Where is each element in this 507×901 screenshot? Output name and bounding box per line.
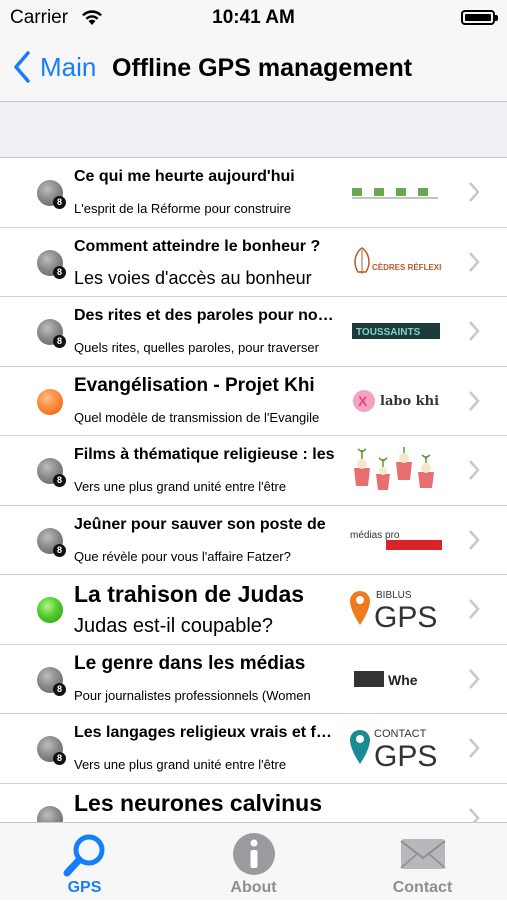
status-dot-icon (37, 388, 63, 415)
tab-contact[interactable]: Contact (338, 823, 507, 901)
chevron-right-icon (469, 182, 480, 202)
status-dot-icon: 8 (37, 249, 66, 279)
item-title: Ce qui me heurte aujourd'hui (74, 168, 295, 185)
svg-text:X: X (358, 393, 368, 409)
svg-text:TOUSSAINTS: TOUSSAINTS (356, 327, 421, 338)
chevron-right-icon (469, 599, 480, 619)
list-item[interactable]: 8 Jeûner pour sauver son poste de Que ré… (0, 506, 507, 575)
back-label: Main (40, 51, 97, 82)
tab-gps[interactable]: GPS (0, 823, 169, 901)
svg-text:CONTACT: CONTACT (374, 728, 427, 740)
svg-text:GPS: GPS (374, 740, 437, 772)
status-dot-icon: 8 (37, 736, 66, 765)
chevron-right-icon (469, 529, 480, 550)
list-item[interactable]: La trahison de Judas Judas est-il coupab… (0, 575, 507, 645)
status-dot-icon: 8 (37, 805, 66, 822)
organization-logo (352, 188, 438, 199)
item-title: Les langages religieux vrais et faux (74, 724, 336, 741)
item-subtitle: Que révèle pour vous l'affaire Fatzer? (74, 548, 291, 564)
item-title: Films à thématique religieuse : les (74, 446, 335, 463)
item-subtitle: Vers une plus grand unité entre l'être (74, 757, 287, 772)
status-dot-icon: 8 (37, 458, 66, 487)
list-item[interactable]: 8 Films à thématique religieuse : les Ve… (0, 436, 507, 506)
organization-logo: médias pro (350, 530, 442, 550)
tab-label: Contact (392, 879, 453, 896)
back-button[interactable]: Main (12, 50, 96, 84)
status-dot-icon (37, 597, 63, 623)
svg-text:labo khi: labo khi (380, 394, 439, 409)
status-bar: Carrier 10:41 AM (0, 0, 507, 36)
organization-logo: CÈDRES RÉFLEXION (354, 246, 442, 274)
list-item[interactable]: 8 Des rites et des paroles pour nos vies… (0, 297, 507, 367)
chevron-right-icon (469, 460, 480, 480)
item-title: Comment atteindre le bonheur ? (74, 237, 321, 255)
chevron-right-icon (469, 807, 480, 822)
list-item[interactable]: 8 Ce qui me heurte aujourd'hui L'esprit … (0, 158, 507, 228)
section-header (0, 102, 507, 158)
list-item[interactable]: 8 Les neurones calvinus (0, 784, 507, 823)
svg-text:GPS: GPS (374, 601, 437, 633)
popcorn-logo (354, 447, 434, 490)
item-title: Jeûner pour sauver son poste de (74, 515, 326, 533)
gps-list: 8 Ce qui me heurte aujourd'hui L'esprit … (0, 158, 507, 822)
status-dot-icon: 8 (37, 527, 66, 557)
status-dot-icon: 8 (37, 180, 66, 209)
item-subtitle: L'esprit de la Réforme pour construire (74, 201, 292, 216)
item-subtitle: Quels rites, quelles paroles, pour trave… (74, 340, 319, 355)
page-title: Offline GPS management (112, 54, 413, 82)
organization-logo: Whe (354, 670, 418, 688)
item-title: Le genre dans les médias (74, 652, 306, 674)
contact-gps-logo: CONTACT GPS (350, 728, 437, 772)
item-subtitle: Vers une plus grand unité entre l'être (74, 479, 287, 494)
list-item[interactable]: 8 Comment atteindre le bonheur ? Les voi… (0, 228, 507, 297)
item-title: Evangélisation - Projet Khi (74, 374, 315, 396)
item-title: Des rites et des paroles pour nos vies (74, 307, 336, 324)
item-title: Les neurones calvinus (74, 789, 322, 816)
tab-label: GPS (67, 879, 102, 896)
svg-text:médias pro: médias pro (350, 530, 400, 541)
item-subtitle: Pour journalistes professionnels (Women (74, 687, 311, 703)
mail-icon (400, 839, 446, 869)
svg-text:CÈDRES RÉFLEXION: CÈDRES RÉFLEXION (372, 263, 442, 272)
chevron-right-icon (469, 251, 480, 272)
chevron-left-icon (14, 51, 30, 83)
tab-label: About (230, 879, 277, 896)
chevron-right-icon (469, 668, 480, 689)
list-item[interactable]: 8 Le genre dans les médias Pour journali… (0, 645, 507, 714)
svg-text:BIBLUS: BIBLUS (376, 590, 412, 601)
item-subtitle: Les voies d'accès au bonheur (74, 267, 312, 288)
organization-logo: X labo khi (353, 389, 439, 412)
item-subtitle: Judas est-il coupable? (74, 615, 274, 637)
clock-label: 10:41 AM (212, 7, 295, 28)
svg-text:Whe: Whe (388, 672, 418, 688)
item-subtitle: Quel modèle de transmission de l'Evangil… (74, 409, 320, 425)
tab-about[interactable]: About (169, 823, 338, 901)
item-title: La trahison de Judas (74, 581, 305, 607)
organization-logo (350, 794, 442, 823)
status-dot-icon: 8 (37, 319, 66, 348)
navigation-bar: Main Offline GPS management (0, 36, 507, 102)
tab-bar: GPS About Contact (0, 822, 507, 900)
organization-logo: TOUSSAINTS (352, 323, 440, 339)
biblus-gps-logo: BIBLUS GPS (350, 590, 437, 633)
info-icon (233, 833, 275, 875)
search-icon (63, 834, 105, 877)
battery-icon (461, 10, 498, 25)
chevron-right-icon (469, 738, 480, 758)
chevron-right-icon (469, 321, 480, 341)
list-item[interactable]: 8 Les langages religieux vrais et faux V… (0, 714, 507, 784)
chevron-right-icon (469, 390, 480, 411)
status-dot-icon: 8 (37, 666, 66, 696)
list-item[interactable]: Evangélisation - Projet Khi Quel modèle … (0, 367, 507, 436)
